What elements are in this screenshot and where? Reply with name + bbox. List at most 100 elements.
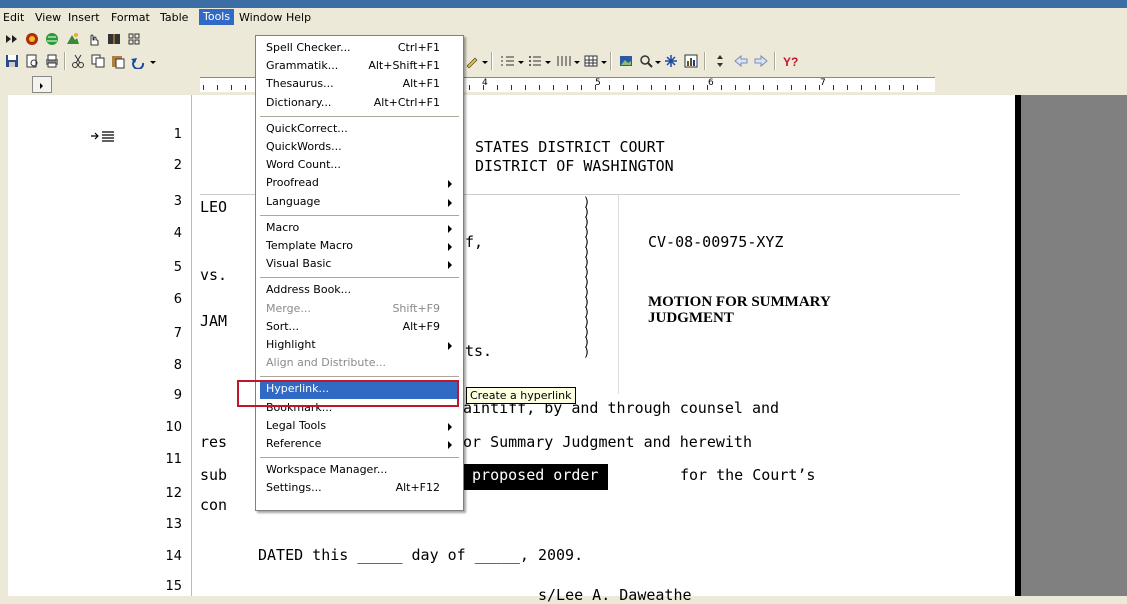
numbering-dropdown-icon[interactable]: [518, 61, 524, 64]
toolbar-separator: [64, 52, 66, 70]
ruler-tick: [833, 85, 834, 90]
forward-arrow-icon[interactable]: [753, 53, 769, 69]
menu-format[interactable]: Format: [111, 11, 150, 24]
toolbar-primary: [0, 28, 1127, 50]
zoom-dropdown-icon[interactable]: [655, 61, 661, 64]
menu-table[interactable]: Table: [160, 11, 188, 24]
versus: vs.: [200, 266, 228, 284]
image-icon[interactable]: [618, 53, 634, 69]
bullets-icon[interactable]: [527, 53, 543, 69]
menu-insert[interactable]: Insert: [68, 11, 100, 24]
menu-separator: [260, 457, 459, 459]
copy-icon[interactable]: [90, 53, 106, 69]
menu-item-shortcut: Alt+Shift+F1: [368, 59, 440, 73]
pen-dropdown-icon[interactable]: [482, 61, 488, 64]
menu-item-sort[interactable]: Sort... Alt+F9: [266, 319, 456, 337]
menu-help[interactable]: Help: [286, 11, 311, 24]
menu-item-legal-tools[interactable]: Legal Tools: [266, 418, 456, 436]
annotation-highlight-box: [237, 380, 459, 407]
menu-item-label: Dictionary...: [266, 95, 332, 109]
pen-color-icon[interactable]: [464, 53, 480, 69]
menu-tools[interactable]: Tools: [199, 9, 235, 25]
menu-item-visual-basic[interactable]: Visual Basic: [266, 256, 456, 274]
book-icon[interactable]: [106, 31, 122, 47]
symbols-icon[interactable]: [663, 53, 679, 69]
selected-text[interactable]: proposed order: [463, 464, 608, 490]
menu-item-label: Word Count...: [266, 158, 341, 172]
globe-icon[interactable]: [44, 31, 60, 47]
line-number: 14: [165, 549, 182, 564]
menu-item-proofread[interactable]: Proofread: [266, 175, 456, 193]
hand-pointer-icon[interactable]: [85, 31, 101, 47]
menu-item-shortcut: Alt+Ctrl+F1: [373, 95, 440, 109]
menu-item-language[interactable]: Language: [266, 194, 456, 212]
play-macro-icon[interactable]: [4, 31, 20, 47]
table-dropdown-icon[interactable]: [601, 61, 607, 64]
menu-item-dictionary[interactable]: Dictionary... Alt+Ctrl+F1: [266, 95, 456, 113]
menu-item-align-and-distribute: Align and Distribute...: [266, 355, 456, 373]
ruler-tick: [861, 85, 862, 90]
menu-item-highlight[interactable]: Highlight: [266, 337, 456, 355]
print-icon[interactable]: [44, 53, 60, 69]
menu-view[interactable]: View: [35, 11, 61, 24]
ruler-tick: [763, 85, 764, 90]
grid-icon[interactable]: [126, 31, 142, 47]
print-preview-icon[interactable]: [24, 53, 40, 69]
menu-edit[interactable]: Edit: [3, 11, 24, 24]
ruler-tick: [679, 85, 680, 90]
body-line-11-rest: for the Court’s: [680, 466, 816, 484]
menu-item-label: Spell Checker...: [266, 41, 351, 54]
menu-item-label: Highlight: [266, 338, 316, 351]
updown-icon[interactable]: [712, 53, 728, 69]
line-number: 13: [165, 517, 182, 532]
menu-item-label: Workspace Manager...: [266, 463, 388, 477]
ruler-tick: [721, 85, 722, 90]
columns-icon[interactable]: [556, 53, 572, 69]
ruler-tick: [623, 85, 624, 90]
chart-icon[interactable]: [683, 53, 699, 69]
table-icon[interactable]: [583, 53, 599, 69]
bullets-dropdown-icon[interactable]: [545, 61, 551, 64]
menu-item-spell-checker[interactable]: Spell Checker... Ctrl+F1: [266, 40, 456, 58]
undo-icon[interactable]: [130, 53, 146, 69]
menu-item-reference[interactable]: Reference: [266, 436, 456, 454]
body-line-10-start: res: [200, 433, 228, 451]
body-line-11-start: sub: [200, 466, 228, 484]
ruler-tick: [595, 85, 596, 90]
menu-item-thesaurus[interactable]: Thesaurus... Alt+F1: [266, 76, 456, 94]
undo-dropdown-icon[interactable]: [150, 61, 156, 64]
columns-dropdown-icon[interactable]: [574, 61, 580, 64]
submenu-arrow-icon: [448, 198, 452, 207]
menu-item-grammatik[interactable]: Grammatik... Alt+Shift+F1: [266, 58, 456, 76]
menu-item-quickcorrect[interactable]: QuickCorrect...: [266, 121, 456, 139]
ruler-tab-button[interactable]: [32, 76, 52, 93]
yahoo-icon[interactable]: Y?: [782, 53, 798, 69]
ruler-tick: [791, 85, 792, 90]
toolbar-formatting: Y?: [0, 50, 1127, 73]
paste-icon[interactable]: [110, 53, 126, 69]
menu-item-workspace-manager[interactable]: Workspace Manager...: [266, 462, 456, 480]
submenu-arrow-icon: [448, 261, 452, 270]
submenu-arrow-icon: [448, 441, 452, 449]
save-icon[interactable]: [4, 53, 20, 69]
menu-item-macro[interactable]: Macro: [266, 220, 456, 238]
numbering-icon[interactable]: [500, 53, 516, 69]
cut-icon[interactable]: [70, 53, 86, 69]
menu-item-word-count[interactable]: Word Count...: [266, 157, 456, 175]
menu-item-label: Visual Basic: [266, 257, 332, 271]
menu-separator: [260, 376, 459, 378]
menu-window[interactable]: Window: [239, 11, 282, 24]
menu-item-settings[interactable]: Settings... Alt+F12: [266, 480, 456, 498]
graphics-icon[interactable]: [65, 31, 81, 47]
submenu-arrow-icon: [448, 180, 452, 189]
zoom-icon[interactable]: [638, 53, 654, 69]
svg-text:Y?: Y?: [783, 55, 798, 69]
menu-item-quickwords[interactable]: QuickWords...: [266, 139, 456, 157]
ruler-tick: [819, 85, 820, 90]
back-arrow-icon[interactable]: [733, 53, 749, 69]
bug-icon[interactable]: [24, 31, 40, 47]
signature-line: s/Lee A. Daweathe: [538, 586, 692, 604]
menu-item-template-macro[interactable]: Template Macro: [266, 238, 456, 256]
menu-item-address-book[interactable]: Address Book...: [266, 282, 456, 300]
ruler-tick: [903, 85, 904, 90]
